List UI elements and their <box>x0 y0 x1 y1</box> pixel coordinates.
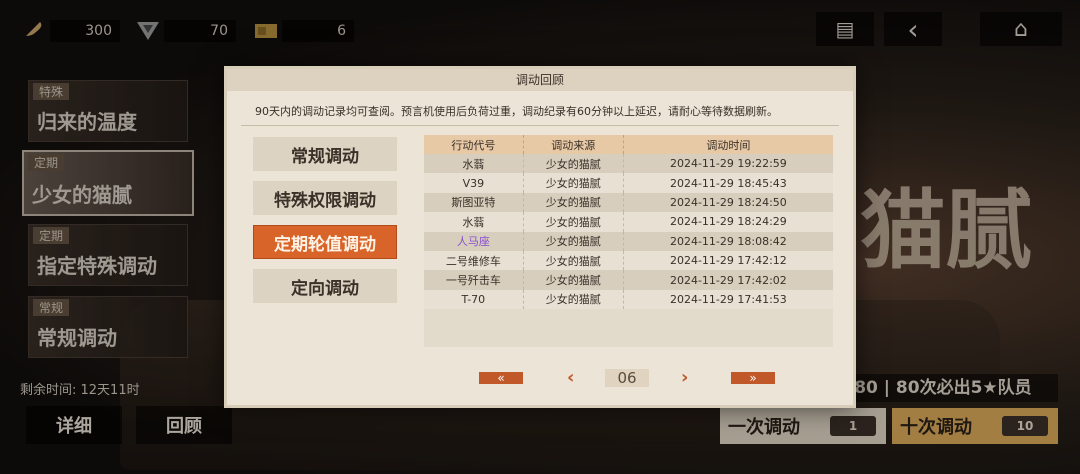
col-header-code: 行动代号 <box>424 135 524 154</box>
cell-source: 少女的猫腻 <box>523 231 624 251</box>
table-row: T-70 少女的猫腻 2024-11-29 17:41:53 <box>424 289 833 310</box>
tab-special-permission[interactable]: 特殊权限调动 <box>253 181 397 215</box>
prev-page-button[interactable]: ‹ <box>567 367 574 388</box>
last-page-button[interactable]: » <box>731 372 775 384</box>
cell-source: 少女的猫腻 <box>523 289 624 310</box>
table-row: 水蓊 少女的猫腻 2024-11-29 18:24:29 <box>424 212 833 232</box>
table-row: V39 少女的猫腻 2024-11-29 18:45:43 <box>424 173 833 193</box>
table-row: 人马座 少女的猫腻 2024-11-29 18:08:42 <box>424 231 833 251</box>
col-header-source: 调动来源 <box>523 135 624 154</box>
cell-code: 人马座 <box>424 231 524 251</box>
table-row: 二号维修车 少女的猫腻 2024-11-29 17:42:12 <box>424 250 833 271</box>
dialog-note: 90天内的调动记录均可查阅。预言机使用后负荷过重，调动纪录有60分钟以上延迟，请… <box>255 105 778 118</box>
dialog-title: 调动回顾 <box>227 69 853 91</box>
cell-time: 2024-11-29 19:22:59 <box>623 154 833 174</box>
current-page: 06 <box>605 369 649 387</box>
col-header-time: 调动时间 <box>623 135 833 154</box>
cell-source: 少女的猫腻 <box>523 212 624 232</box>
cell-code: V39 <box>424 173 524 193</box>
tab-regular[interactable]: 常规调动 <box>253 137 397 171</box>
cell-code: 水蓊 <box>424 212 524 232</box>
cell-code: 斯图亚特 <box>424 192 524 213</box>
table-row: 斯图亚特 少女的猫腻 2024-11-29 18:24:50 <box>424 192 833 213</box>
tab-periodic-rotation[interactable]: 定期轮值调动 <box>253 225 397 259</box>
cell-time: 2024-11-29 17:41:53 <box>623 289 833 310</box>
divider <box>241 125 839 126</box>
cell-code: 二号维修车 <box>424 250 524 271</box>
cell-source: 少女的猫腻 <box>523 173 624 193</box>
cell-code: 一号歼击车 <box>424 270 524 290</box>
cell-source: 少女的猫腻 <box>523 250 624 271</box>
first-page-button[interactable]: « <box>479 372 523 384</box>
table-header-row: 行动代号 调动来源 调动时间 <box>424 135 833 154</box>
tab-directed[interactable]: 定向调动 <box>253 269 397 303</box>
cell-source: 少女的猫腻 <box>523 154 624 174</box>
table-row: 一号歼击车 少女的猫腻 2024-11-29 17:42:02 <box>424 270 833 290</box>
cell-source: 少女的猫腻 <box>523 192 624 213</box>
cell-time: 2024-11-29 18:24:50 <box>623 192 833 213</box>
cell-code: 水蓊 <box>424 154 524 174</box>
history-table: 行动代号 调动来源 调动时间 水蓊 少女的猫腻 2024-11-29 19:22:5… <box>424 135 833 347</box>
cell-time: 2024-11-29 17:42:02 <box>623 270 833 290</box>
cell-source: 少女的猫腻 <box>523 270 624 290</box>
cell-time: 2024-11-29 18:24:29 <box>623 212 833 232</box>
recruit-history-dialog: 调动回顾 90天内的调动记录均可查阅。预言机使用后负荷过重，调动纪录有60分钟以… <box>224 66 856 408</box>
cell-code: T-70 <box>424 289 524 310</box>
next-page-button[interactable]: › <box>681 367 688 388</box>
cell-time: 2024-11-29 18:45:43 <box>623 173 833 193</box>
cell-time: 2024-11-29 17:42:12 <box>623 250 833 271</box>
table-row: 水蓊 少女的猫腻 2024-11-29 19:22:59 <box>424 154 833 174</box>
cell-time: 2024-11-29 18:08:42 <box>623 231 833 251</box>
